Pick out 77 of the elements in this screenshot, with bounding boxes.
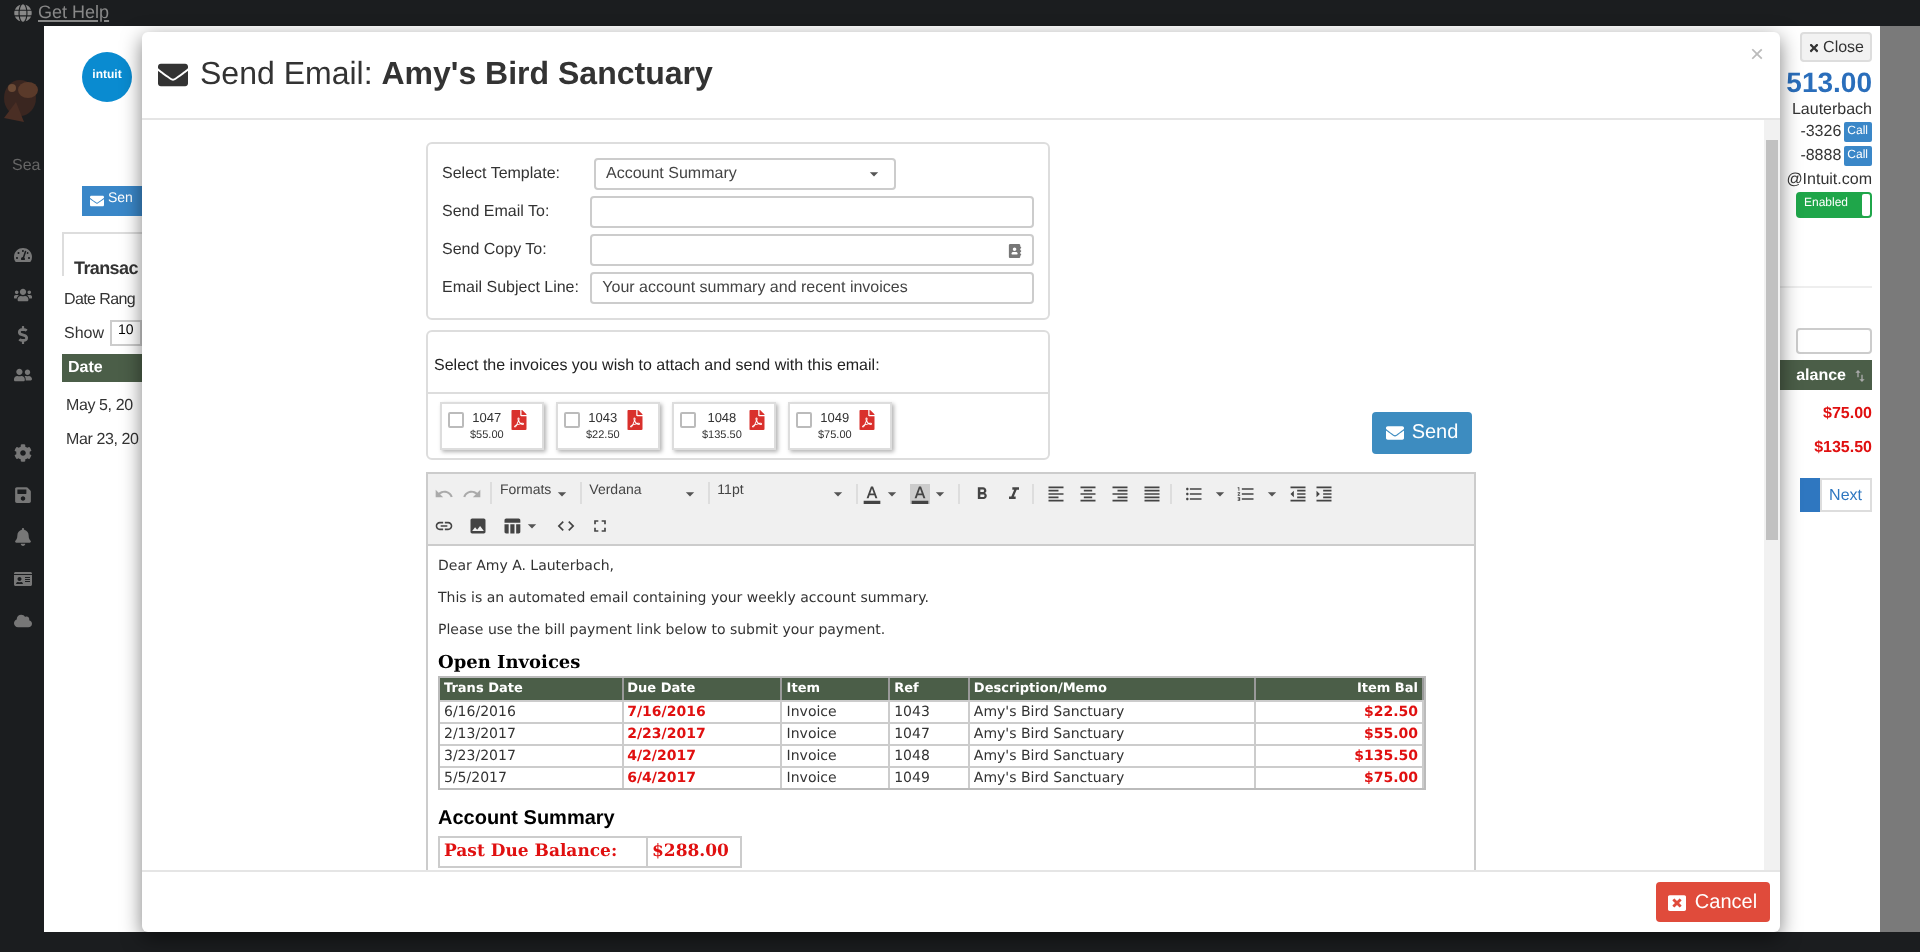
subject-field[interactable]: Your account summary and recent invoices [590,272,1034,304]
email-address: @Intuit.com [1786,168,1872,190]
table-cell-text: Mar 23, 20 [66,428,141,450]
copy-to-field[interactable] [590,234,1034,266]
bell-icon[interactable] [13,528,31,546]
table-header: Date [62,354,142,382]
text-color-icon[interactable] [861,483,882,503]
page-button[interactable] [1799,478,1820,512]
table-icon[interactable] [502,516,522,536]
checkbox[interactable] [796,412,812,428]
help-link[interactable]: Get Help [38,4,110,22]
cancel-button[interactable]: Cancel [1656,882,1770,922]
settings-icon[interactable] [13,444,31,462]
phone-number: -8888 [1800,144,1842,168]
send-button[interactable]: Send [1372,412,1472,454]
field-label: Email Subject Line: [442,276,581,300]
table-header: alance [1780,360,1872,390]
tab[interactable]: Transac [74,258,138,278]
globe-icon [14,4,32,22]
save-icon[interactable] [13,486,31,504]
envelope-icon [1385,424,1404,442]
checkbox[interactable] [564,412,580,428]
image-icon[interactable] [468,516,488,536]
align-left-icon[interactable] [1045,483,1066,503]
table-cell: $75.00 [1823,402,1872,424]
field-label: Send Email To: [442,200,552,224]
align-right-icon[interactable] [1109,483,1130,503]
summary-label: Past Due Balance: [440,838,648,866]
close-button[interactable]: Close [1799,32,1872,62]
outdent-icon[interactable] [1287,483,1308,503]
indent-icon[interactable] [1313,483,1334,503]
section-heading: Open Invoices [438,654,583,676]
group-icon[interactable] [13,366,31,384]
field-label: Select Template: [442,162,562,186]
link-icon[interactable] [434,516,454,536]
search-field[interactable] [1796,328,1872,354]
email-to-field[interactable] [590,196,1034,228]
pdf-icon[interactable] [509,410,528,430]
table-cell-text: May 5, 20 [66,394,135,416]
pdf-icon[interactable] [747,410,766,430]
phone-number: -3326 [1800,120,1842,144]
envelope-icon [158,60,188,90]
fullscreen-icon[interactable] [590,516,610,536]
date-range-label: Date Rang [64,288,138,312]
contact-name: Lauterbach [1791,98,1872,120]
align-center-icon[interactable] [1077,483,1098,503]
balance-amount: 513.00 [1786,66,1872,98]
envelope-icon [90,194,104,208]
cloud-icon[interactable] [13,612,31,630]
align-justify-icon[interactable] [1141,483,1162,503]
numbered-list-icon[interactable] [1235,483,1256,503]
pdf-icon[interactable] [857,410,876,430]
invoices-prompt: Select the invoices you wish to attach and send with this email: [434,356,880,374]
summary-value: $288.00 [650,839,731,866]
checkbox[interactable] [448,412,464,428]
contacts-icon[interactable] [1008,243,1022,257]
italic-icon[interactable] [1003,483,1024,503]
highlight-color-icon[interactable] [909,483,930,503]
pdf-icon[interactable] [625,410,644,430]
close-icon [1668,893,1687,911]
section-heading: Account Summary [438,808,617,832]
dollar-icon[interactable] [13,326,31,344]
bullet-list-icon[interactable] [1183,483,1204,503]
page-button[interactable]: Next [1819,478,1872,512]
scrollbar[interactable] [1764,120,1780,870]
show-label: Show [64,321,105,345]
checkbox[interactable] [680,412,696,428]
users-icon[interactable] [13,286,31,304]
close-icon [1807,41,1820,53]
sort-icon[interactable] [1852,367,1868,383]
template-select[interactable]: Account Summary [594,158,896,190]
code-icon[interactable] [556,516,576,536]
field-label: Send Copy To: [442,238,549,262]
id-card-icon[interactable] [13,570,31,588]
dashboard-icon[interactable] [13,246,31,264]
dialog-title: Send Email: Amy's Bird Sanctuary [200,55,713,95]
table-cell: $135.50 [1814,436,1872,458]
